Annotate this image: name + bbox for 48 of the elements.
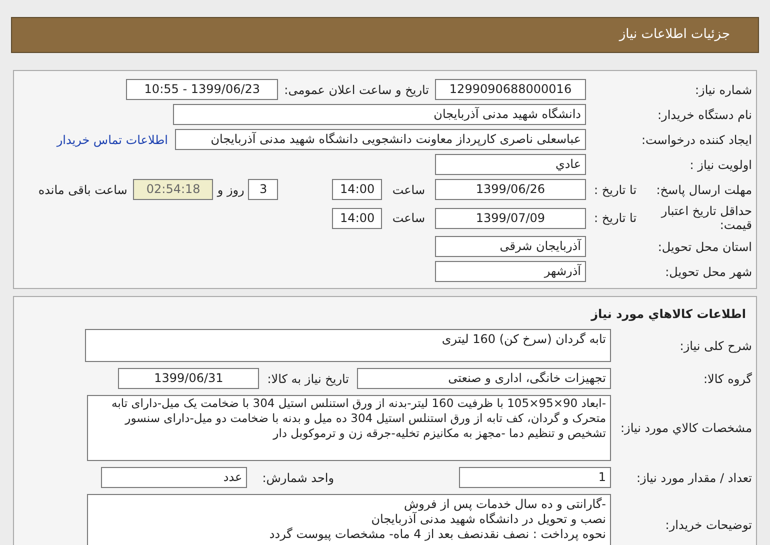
page-title: جزئیات اطلاعات نیاز: [619, 26, 730, 44]
field-label: ساعت باقی مانده: [38, 182, 128, 198]
text-field[interactable]: عباسعلی ناصری کارپرداز معاونت دانشجویی دانشگاه شهید مدنی آذربایجان: [175, 129, 586, 150]
field-label: تعداد / مقدار مورد نیاز:: [636, 470, 752, 484]
text-field[interactable]: 14:00: [332, 208, 382, 228]
field-label: گروه کالا:: [704, 372, 752, 386]
field-label: شماره نیاز:: [695, 82, 752, 96]
note-line: نصب و تحویل در دانشگاه شهید مدنی آذربایجان: [370, 512, 606, 527]
text-area[interactable]: -گارانتی و ده سال خدمات پس از فروش نصب و تحویل در دانشگاه شهید مدنی آذربایجان نحوه پرداخت : نصف نقدنصف بعد از 4 ماه- مشخصات پیوست گردد: [87, 494, 611, 545]
field-label: نام دستگاه خریدار:: [658, 108, 752, 122]
text-field[interactable]: تابه گردان (سرخ کن) 160 لیتری: [85, 329, 611, 362]
field-label: تا تاریخ :: [594, 182, 637, 198]
field-label: مشخصات کالاي مورد نیاز:: [620, 421, 752, 435]
text-field[interactable]: 1299090688000016: [435, 79, 586, 100]
note-line: -گارانتی و ده سال خدمات پس از فروش: [402, 497, 606, 512]
text-field[interactable]: 14:00: [332, 179, 382, 200]
field-label: اولویت نیاز :: [690, 158, 752, 172]
field-label: استان محل تحویل:: [658, 240, 752, 254]
field-label: مهلت ارسال پاسخ:: [656, 182, 752, 198]
field-label: ساعت: [392, 210, 425, 227]
text-field[interactable]: عدد: [101, 467, 248, 488]
field-label: ساعت: [392, 182, 425, 198]
field-label: ایجاد کننده درخواست:: [641, 132, 752, 146]
text-field[interactable]: 1: [459, 467, 611, 488]
text-field[interactable]: تجهیزات خانگی، اداری و صنعتی: [357, 368, 611, 389]
text-field[interactable]: 1399/06/26: [435, 179, 586, 200]
text-field[interactable]: دانشگاه شهید مدنی آذربایجان: [173, 104, 586, 125]
field-label: توضیحات خریدار:: [665, 518, 752, 532]
field-label: حداقل تاریخ اعتبار قیمت:: [660, 204, 752, 232]
note-line: نحوه پرداخت : نصف نقدنصف بعد از 4 ماه- مشخصات پیوست گردد: [268, 527, 606, 542]
text-field[interactable]: آذربایجان شرقی: [435, 236, 586, 257]
field-label: واحد شمارش:: [262, 470, 334, 486]
field-label: تا تاریخ :: [594, 210, 637, 227]
field-label: شرح کلی نیاز:: [680, 338, 752, 352]
contact-link[interactable]: اطلاعات تماس خریدار: [56, 130, 168, 148]
text-area[interactable]: -ابعاد 90×95×105 با ظرفیت 160 لیتر-بدنه از ورق استنلس استیل 304 با ضخامت یک میل-دارای تابه متحرک و گردان، کف تابه از ورق استنلس استیل 304 ده میل و بدنه با ضخامت دو میل-دارای سنسور تشخیص و تنظیم دما -مجهز به مکانیزم تخلیه-جرقه زن و ترموکوبل دار: [87, 395, 611, 461]
field-label: تاریخ نیاز به کالا:: [267, 370, 349, 388]
field-label: شهر محل تحویل:: [665, 264, 752, 278]
text-field[interactable]: 1399/06/23 - 10:55: [126, 79, 278, 100]
text-field[interactable]: عادي: [435, 154, 586, 175]
text-field[interactable]: 3: [248, 179, 278, 200]
field-label: تاریخ و ساعت اعلان عمومی:: [284, 82, 429, 98]
countdown-field[interactable]: 02:54:18: [133, 179, 214, 200]
text-field[interactable]: 1399/06/31: [118, 368, 260, 389]
text-field[interactable]: آذرشهر: [435, 261, 586, 282]
section-title: اطلاعات کالاهاي مورد نیاز: [590, 306, 747, 323]
field-label: روز و: [217, 182, 244, 198]
text-field[interactable]: 1399/07/09: [435, 208, 586, 228]
